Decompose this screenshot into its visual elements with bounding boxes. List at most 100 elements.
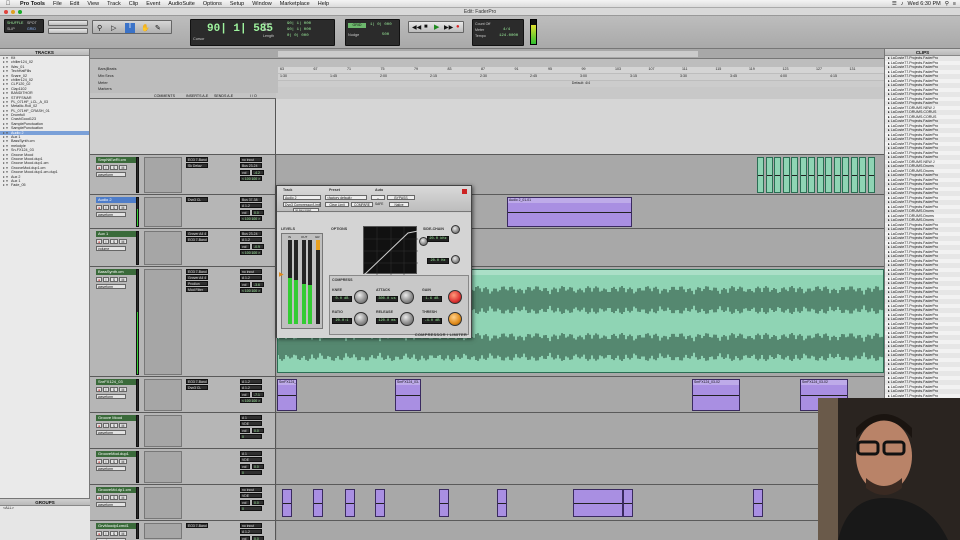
menu-marketplace[interactable]: Marketplace [276,1,314,7]
io-output[interactable]: A 1-2 [240,203,262,208]
dyn3-plugin-window[interactable]: Track Preset Auto Audio 2 <factory defau… [276,185,472,338]
audio-clip[interactable] [791,157,798,193]
selector-tool-icon[interactable]: I [125,23,135,33]
nudge-value[interactable]: 500 [382,33,389,37]
mute-button[interactable]: M [119,165,127,170]
volume-value[interactable]: -4.2 [252,170,264,175]
thresh-knob[interactable] [448,312,462,326]
track-lane[interactable] [277,485,884,520]
plugin-safe-button[interactable]: SAFE [375,202,387,207]
audio-clip[interactable] [623,489,633,517]
track-view-select[interactable]: waveform [96,284,126,289]
pan-value[interactable]: < 100 100 > [240,398,262,403]
trim-tool-icon[interactable]: ▷ [111,24,116,32]
track-name[interactable]: Aux 1 [96,231,136,237]
io-output[interactable]: A 1-2 [240,529,262,534]
audio-clip[interactable] [439,489,449,517]
io-input[interactable]: A 1-2 [240,379,262,384]
plugin-clear-limit[interactable]: Clear Limit [325,202,349,207]
record-enable-button[interactable]: ● [96,205,102,210]
mute-button[interactable]: M [119,531,127,536]
record-enable-button[interactable]: ● [96,277,102,282]
menu-app[interactable]: Pro Tools [16,1,49,7]
edit-tools[interactable]: ⚲ ▷ I ✋ ✎ [92,20,172,34]
search-icon[interactable]: ⚲ [945,1,949,7]
meter-value[interactable]: 4/4 [503,28,510,32]
solo-button[interactable]: S [110,165,118,170]
meter-marker[interactable]: Default: 4/4 [572,81,590,85]
pencil-tool-icon[interactable]: ✎ [155,24,161,32]
record-enable-button[interactable]: ● [96,165,102,170]
record-enable-button[interactable]: ● [96,495,102,500]
io-output[interactable]: A 1-2 [240,237,262,242]
tempo-value[interactable]: 124.0000 [499,34,518,38]
volume-value[interactable]: -7.1 [252,392,264,397]
input-monitor-button[interactable]: I [103,423,109,428]
audio-clip[interactable] [867,157,875,193]
audio-clip[interactable] [282,489,292,517]
audio-clip[interactable] [765,157,773,193]
track-name[interactable]: GrooveMd.dp1.cm [96,487,136,493]
audio-clip[interactable] [497,489,507,517]
track-show-icon[interactable]: ▸ ● [3,183,11,187]
zoomer-tool-icon[interactable]: ⚲ [97,24,102,32]
track-list-item[interactable]: ▸ ● Fade_05 [0,183,89,187]
apple-icon[interactable]:  [0,1,16,7]
audio-clip[interactable] [850,157,858,193]
input-monitor-button[interactable]: I [103,277,109,282]
knee-knob[interactable] [354,290,368,304]
comments-field[interactable] [144,487,182,519]
io-input[interactable]: no input [240,269,262,274]
solo-button[interactable]: S [110,459,118,464]
minsecs-ruler[interactable]: 1:30 1:45 2:00 2:15 2:30 2:45 3:00 3:15 3:30 3:45… [278,74,884,80]
track-name[interactable]: GrvMoodp1cmd1 [96,523,136,529]
bars-ruler[interactable]: 63 67 71 75 79 83 87 91 95 99 103 107 111 115 119 123 12… [278,67,884,73]
track-view-select[interactable]: waveform [96,430,126,435]
audio-clip[interactable] [313,489,323,517]
solo-button[interactable]: S [110,423,118,428]
io-output[interactable]: VDE [240,421,262,426]
audio-clip[interactable] [753,489,763,517]
audio-clip[interactable] [808,157,815,193]
audio-clip[interactable] [816,157,824,193]
knee-value[interactable]: 0.0 dB [332,296,352,302]
io-input[interactable]: Bus 37-38 [240,197,262,202]
insert-slot[interactable]: EQ3 7-Band [186,523,208,528]
track-name[interactable]: SnrFX124_03 [96,379,136,385]
audio-clip[interactable]: SnrFX124_03- [277,379,297,411]
attack-value[interactable]: 300.0 us [376,296,398,302]
zoom-buttons[interactable] [48,20,88,26]
mute-button[interactable]: M [119,205,127,210]
volume-value[interactable]: 0.0 [252,500,264,505]
io-input[interactable]: no input [240,523,262,528]
solo-button[interactable]: S [110,239,118,244]
plugin-track-select[interactable]: Audio 2 [283,195,321,200]
volume-value[interactable]: -0.9 [252,244,264,249]
pan-value[interactable]: < 100 100 > [240,176,262,181]
audio-clip[interactable] [859,157,866,193]
zoom-presets[interactable] [48,28,88,34]
input-monitor-button[interactable]: I [103,495,109,500]
plugin-native-button[interactable]: Native [389,202,409,207]
track-name[interactable]: Audio 2 [96,197,136,203]
rewind-icon[interactable]: ◀◀ [412,24,421,31]
audio-clip[interactable] [825,157,832,193]
insert-slot[interactable]: Prodiun [186,281,208,286]
audio-clip[interactable]: SnrFX124_03-02 [692,379,740,411]
audio-clip[interactable] [757,157,764,193]
menu-list-icon[interactable]: ≡ [953,1,956,7]
pan-value[interactable]: < 100 100 > [240,250,262,255]
start-value[interactable]: 90| 1| 000 [287,22,311,26]
end-value[interactable]: 90| 1| 000 [287,28,311,32]
audio-clip[interactable] [799,157,807,193]
menu-track[interactable]: Track [103,1,125,7]
stop-icon[interactable]: ■ [424,24,428,30]
comments-field[interactable] [144,231,182,265]
comments-field[interactable] [144,269,182,375]
io-input[interactable]: A 1 [240,415,262,420]
menu-file[interactable]: File [49,1,66,7]
mode-spot[interactable]: SPOT [27,21,37,25]
audio-clip[interactable] [573,489,623,517]
audio-clip[interactable] [375,489,385,517]
input-monitor-button[interactable]: I [103,531,109,536]
